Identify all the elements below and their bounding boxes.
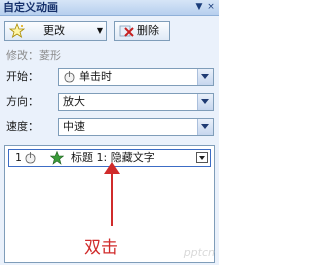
pane-close-button[interactable]: × bbox=[206, 2, 216, 13]
direction-select-value: 放大 bbox=[63, 95, 85, 108]
direction-select[interactable]: 放大 bbox=[58, 93, 214, 111]
emphasis-star-icon bbox=[49, 150, 65, 165]
change-button-label: 更改 bbox=[43, 24, 65, 37]
speed-select[interactable]: 中速 bbox=[58, 118, 214, 136]
speed-select-value: 中速 bbox=[63, 120, 85, 133]
start-select[interactable]: 单击时 bbox=[58, 68, 214, 86]
chevron-down-icon[interactable] bbox=[197, 119, 213, 135]
delete-button-label: 删除 bbox=[137, 24, 159, 37]
chevron-down-icon[interactable] bbox=[197, 94, 213, 110]
double-click-annotation: 双击 bbox=[84, 238, 118, 258]
chevron-down-icon[interactable] bbox=[196, 152, 208, 163]
task-pane-titlebar: 自定义动画 ▼ × bbox=[0, 0, 219, 16]
watermark: pptcn bbox=[183, 246, 215, 259]
chevron-down-icon[interactable] bbox=[197, 69, 213, 85]
speed-label: 速度： bbox=[6, 120, 39, 133]
chevron-down-icon: ▼ bbox=[96, 26, 103, 35]
task-pane-title: 自定义动画 bbox=[3, 1, 58, 14]
red-arrow-icon bbox=[104, 162, 120, 226]
direction-label: 方向： bbox=[6, 95, 39, 108]
start-select-value: 单击时 bbox=[79, 70, 112, 83]
pane-menu-button[interactable]: ▼ bbox=[194, 2, 204, 13]
delete-button[interactable]: 删除 bbox=[114, 21, 170, 41]
change-button[interactable]: 更改 ▼ bbox=[4, 21, 107, 41]
mouse-click-icon bbox=[64, 71, 75, 83]
delete-x-icon bbox=[119, 23, 135, 39]
star-sparkle-icon bbox=[8, 22, 26, 39]
modify-effect-label: 修改：菱形 bbox=[6, 49, 61, 62]
start-label: 开始： bbox=[6, 70, 39, 83]
animation-order: 1 bbox=[15, 151, 22, 164]
mouse-click-icon bbox=[25, 152, 36, 164]
